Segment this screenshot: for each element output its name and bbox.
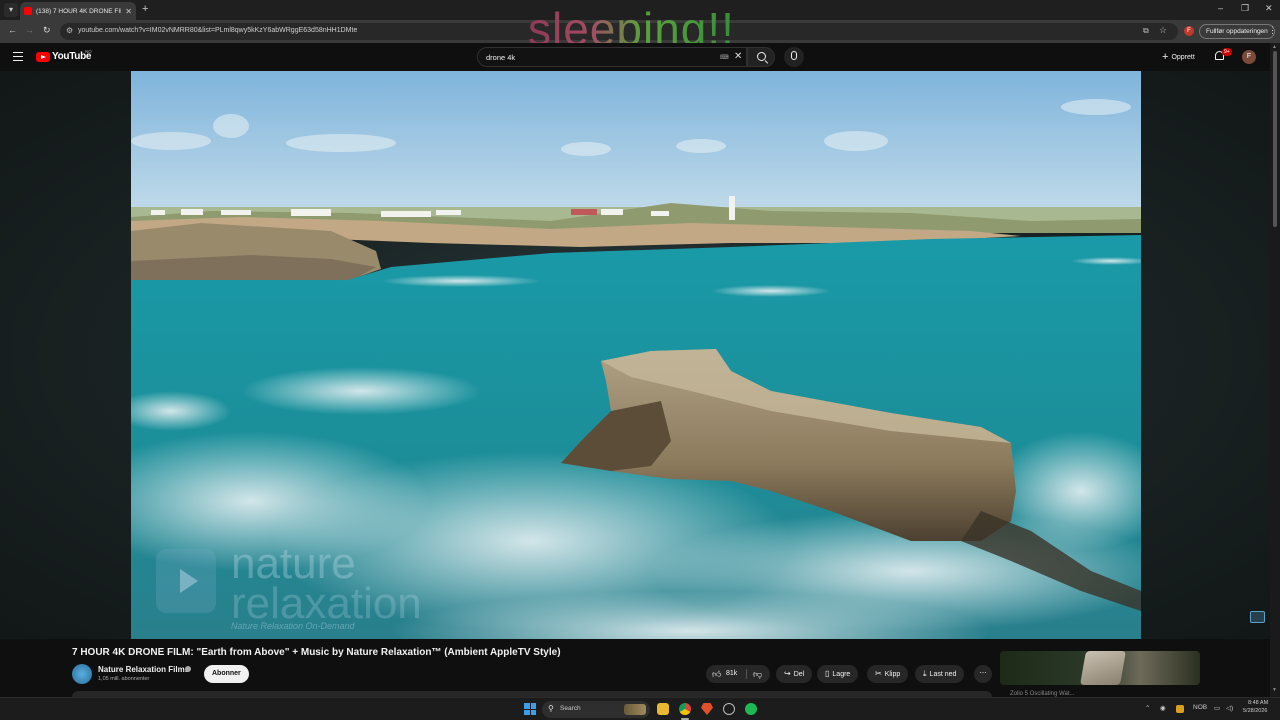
window-maximize-button[interactable]: ❐	[1241, 3, 1249, 14]
site-info-icon[interactable]: ⚙	[66, 26, 73, 35]
input-language[interactable]: NOB	[1193, 704, 1207, 711]
window-minimize-button[interactable]: –	[1218, 3, 1223, 13]
window-close-button[interactable]: ✕	[1265, 3, 1273, 14]
search-highlight-icon	[624, 704, 646, 715]
search-query-text[interactable]: drone 4k	[486, 53, 515, 62]
account-avatar[interactable]: F	[1242, 50, 1256, 64]
clip-label: Klipp	[884, 671, 901, 678]
miniplayer-icon[interactable]	[1250, 611, 1265, 623]
windows-start-icon[interactable]	[524, 703, 536, 715]
tray-app-icon[interactable]: ◉	[1160, 704, 1166, 712]
verified-check-icon	[185, 666, 191, 672]
new-tab-button[interactable]: +	[142, 3, 148, 15]
tray-overflow-chevron-icon[interactable]: ⌃	[1145, 704, 1150, 712]
youtube-logo-icon[interactable]	[36, 52, 50, 62]
video-details: 7 HOUR 4K DRONE FILM: "Earth from Above"…	[0, 639, 1270, 697]
hamburger-menu-icon[interactable]	[13, 52, 23, 61]
update-browser-button[interactable]: Fullfør oppdateringen	[1199, 24, 1275, 39]
tray-app-icon[interactable]	[1176, 705, 1184, 713]
search-button[interactable]	[747, 47, 775, 67]
create-button[interactable]: + Opprett	[1156, 48, 1201, 66]
channel-avatar[interactable]	[72, 664, 92, 684]
create-label: Opprett	[1171, 53, 1195, 61]
nature-relaxation-watermark-logo	[156, 549, 216, 613]
page-scrollbar[interactable]: ▲ ▼	[1270, 43, 1280, 697]
file-explorer-icon[interactable]	[657, 703, 669, 715]
recommendation-thumbnail-image	[1080, 651, 1126, 685]
back-arrow-icon[interactable]: ←	[8, 25, 17, 35]
like-dislike-group: 👍︎ 81k 👎︎	[706, 665, 770, 683]
scrollbar-thumb[interactable]	[1273, 51, 1277, 227]
thumbs-down-icon[interactable]: 👎︎	[753, 665, 762, 683]
scroll-up-arrow-icon[interactable]: ▲	[1272, 44, 1277, 50]
clock-app-icon[interactable]	[723, 703, 735, 715]
clear-search-icon[interactable]: ✕	[734, 51, 742, 62]
search-input[interactable]: drone 4k ⌨ ✕	[477, 47, 747, 67]
download-button[interactable]: ⤓ Last ned	[915, 665, 965, 683]
chrome-icon[interactable]	[679, 703, 691, 715]
like-count[interactable]: 81k	[726, 665, 737, 683]
youtube-favicon-icon	[24, 7, 32, 15]
taskbar-search-box[interactable]: ⚲ Search	[542, 701, 650, 718]
download-icon: ⤓	[923, 669, 927, 678]
reload-icon[interactable]: ↻	[43, 25, 51, 36]
brave-icon[interactable]	[701, 703, 713, 715]
share-label: Del	[793, 671, 805, 678]
scissors-icon: ✂	[875, 669, 882, 678]
country-code: NO	[85, 49, 92, 54]
network-icon[interactable]: ▭	[1214, 704, 1220, 712]
keyboard-icon[interactable]: ⌨	[720, 54, 729, 61]
like-divider	[746, 669, 747, 679]
download-label: Last ned	[929, 671, 957, 678]
video-title: 7 HOUR 4K DRONE FILM: "Earth from Above"…	[72, 647, 561, 658]
subscribe-button[interactable]: Abonner	[204, 665, 249, 683]
clock-time[interactable]: 8:48 AM	[1248, 700, 1268, 706]
share-arrow-icon: ↪	[784, 669, 791, 678]
bookmark-icon: ▯	[825, 669, 830, 678]
channel-name[interactable]: Nature Relaxation Films	[98, 665, 189, 674]
save-button[interactable]: ▯ Lagre	[817, 665, 859, 683]
youtube-masthead: YouTube NO drone 4k ⌨ ✕ + Opprett 9+ F	[0, 43, 1270, 71]
profile-extension-icon[interactable]: F	[1184, 26, 1194, 36]
plus-icon: +	[1162, 51, 1169, 63]
windows-taskbar: ⚲ Search ⌃ ◉ NOB ▭ ◁) 8:48 AM 5/28/2026	[0, 697, 1280, 720]
tab-close-icon[interactable]: ✕	[125, 7, 132, 16]
voice-search-button[interactable]	[784, 47, 804, 67]
url-text[interactable]: youtube.com/watch?v=IM02vNMRR80&list=PLm…	[78, 27, 357, 34]
bookmark-star-icon[interactable]: ☆	[1159, 25, 1167, 36]
watermark-tagline: Nature Relaxation On-Demand	[231, 621, 355, 631]
taskbar-search-label: Search	[560, 705, 581, 712]
player-ambient-background: nature relaxation Nature Relaxation On-D…	[0, 71, 1270, 639]
install-app-icon[interactable]: ⧉	[1143, 26, 1149, 36]
notification-count-badge: 9+	[1222, 48, 1232, 56]
tab-title: (138) 7 HOUR 4K DRONE FILM	[36, 7, 122, 15]
video-player[interactable]: nature relaxation Nature Relaxation On-D…	[131, 71, 1141, 639]
search-icon	[757, 52, 766, 61]
spotify-icon[interactable]	[745, 703, 757, 715]
browser-menu-icon[interactable]: ⋮	[1268, 25, 1277, 36]
share-button[interactable]: ↪ Del	[776, 665, 813, 683]
tab-search-button[interactable]: ▾	[4, 3, 18, 17]
more-actions-button[interactable]: ⋯	[974, 665, 992, 683]
save-label: Lagre	[832, 671, 851, 678]
scroll-down-arrow-icon[interactable]: ▼	[1272, 687, 1277, 693]
microphone-icon	[791, 51, 797, 60]
browser-tab-active[interactable]: (138) 7 HOUR 4K DRONE FILM ✕	[20, 2, 136, 20]
forward-arrow-icon[interactable]: →	[25, 25, 34, 35]
taskbar-search-icon: ⚲	[548, 704, 554, 713]
clock-date[interactable]: 5/28/2026	[1243, 708, 1267, 714]
clip-button[interactable]: ✂ Klipp	[867, 665, 909, 683]
thumbs-up-icon[interactable]: 👍︎	[712, 665, 721, 683]
subscriber-count: 1,05 mill. abonnenter	[98, 676, 150, 682]
volume-icon[interactable]: ◁)	[1226, 704, 1233, 712]
